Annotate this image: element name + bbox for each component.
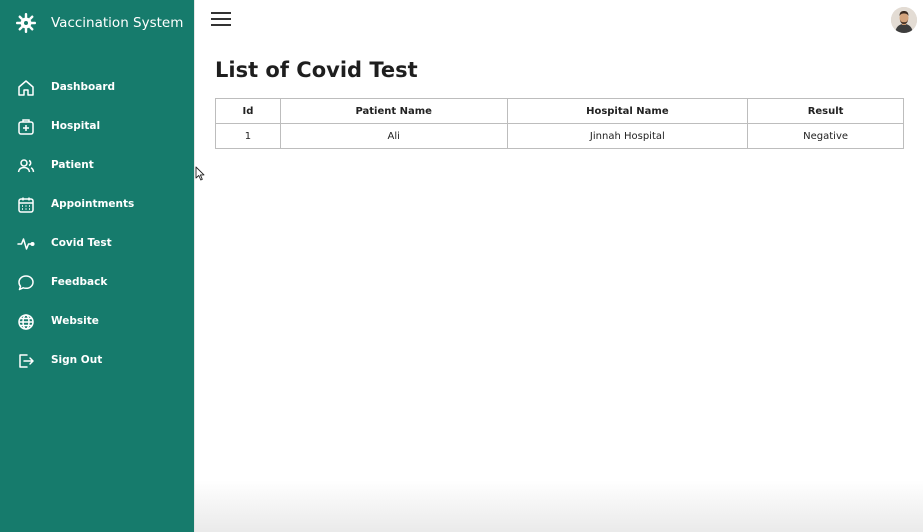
table-row[interactable]: 1 Ali Jinnah Hospital Negative	[215, 123, 904, 149]
cell-patient-name: Ali	[279, 123, 508, 149]
pulse-icon	[16, 234, 35, 253]
cell-id: 1	[215, 123, 281, 149]
sidebar-item-label: Covid Test	[51, 237, 112, 249]
sidebar-item-feedback[interactable]: Feedback	[0, 263, 194, 302]
column-header-result[interactable]: Result	[747, 98, 904, 124]
mouse-cursor-icon	[195, 166, 205, 181]
cell-result: Negative	[747, 123, 904, 149]
sign-out-icon	[16, 351, 35, 370]
brand[interactable]: Vaccination System	[0, 0, 194, 48]
sidebar-item-label: Patient	[51, 159, 94, 171]
bottom-shadow	[194, 480, 923, 532]
calendar-icon	[16, 195, 35, 214]
cell-hospital-name: Jinnah Hospital	[506, 123, 749, 149]
sidebar-item-dashboard[interactable]: Dashboard	[0, 68, 194, 107]
user-avatar[interactable]	[891, 7, 917, 33]
sidebar-item-appointments[interactable]: Appointments	[0, 185, 194, 224]
chat-bubble-icon	[16, 273, 35, 292]
medical-kit-icon	[16, 117, 35, 136]
topbar	[195, 0, 923, 40]
sidebar-item-label: Feedback	[51, 276, 108, 288]
globe-icon	[16, 312, 35, 331]
sidebar-item-sign-out[interactable]: Sign Out	[0, 341, 194, 380]
column-header-hospital-name[interactable]: Hospital Name	[506, 98, 749, 124]
sidebar-item-label: Hospital	[51, 120, 101, 132]
sidebar-item-label: Sign Out	[51, 354, 103, 366]
column-header-patient-name[interactable]: Patient Name	[279, 98, 508, 124]
page-title: List of Covid Test	[215, 58, 418, 82]
sidebar-item-hospital[interactable]: Hospital	[0, 107, 194, 146]
table-header-row: Id Patient Name Hospital Name Result	[215, 98, 904, 124]
main-content: List of Covid Test Id Patient Name Hospi…	[194, 0, 923, 532]
sidebar: Vaccination System Dashboard Hospital Pa…	[0, 0, 194, 532]
hamburger-icon[interactable]	[211, 12, 231, 26]
column-header-id[interactable]: Id	[215, 98, 281, 124]
sidebar-item-label: Website	[51, 315, 99, 327]
virus-gear-icon	[15, 12, 37, 34]
sidebar-item-covid-test[interactable]: Covid Test	[0, 224, 194, 263]
sidebar-item-label: Dashboard	[51, 81, 116, 93]
home-icon	[16, 78, 35, 97]
sidebar-nav: Dashboard Hospital Patient Appointments …	[0, 68, 194, 380]
app-title: Vaccination System	[51, 15, 184, 31]
sidebar-item-patient[interactable]: Patient	[0, 146, 194, 185]
sidebar-item-label: Appointments	[51, 198, 135, 210]
sidebar-item-website[interactable]: Website	[0, 302, 194, 341]
covid-test-table: Id Patient Name Hospital Name Result 1 A…	[215, 98, 904, 149]
users-icon	[16, 156, 35, 175]
